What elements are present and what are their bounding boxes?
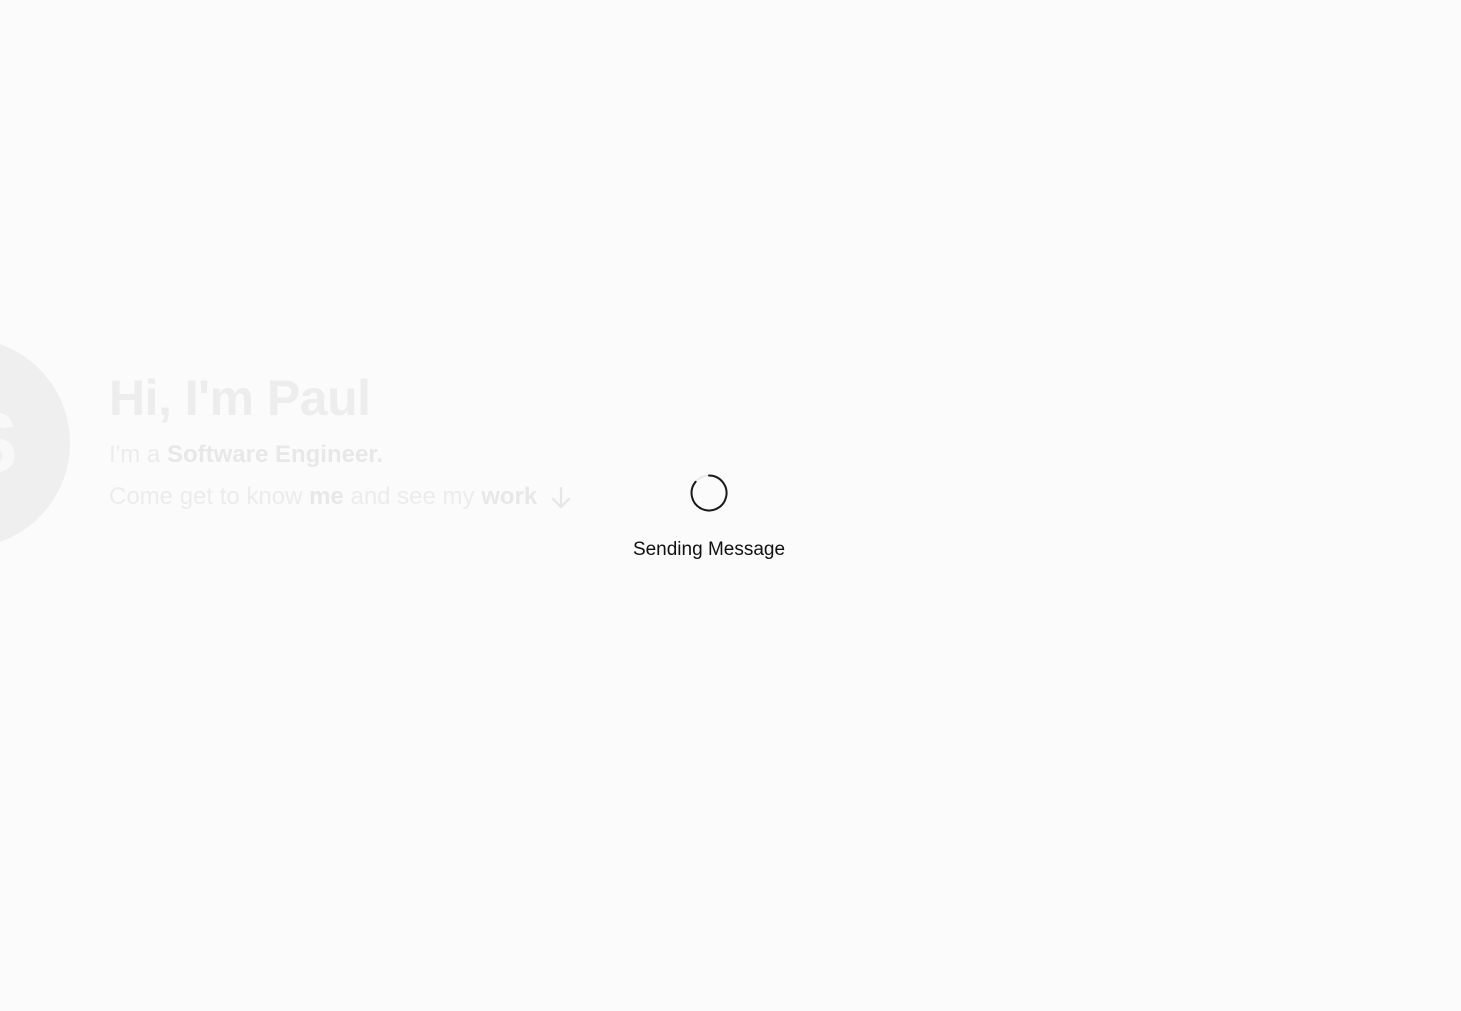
page: S Hi, I'm Paul I'm a Software Engineer. …	[0, 0, 1461, 1011]
status-text: Sending Message	[632, 539, 786, 560]
spinner-icon	[690, 474, 728, 512]
loading-overlay: Sending Message	[0, 0, 1461, 1011]
